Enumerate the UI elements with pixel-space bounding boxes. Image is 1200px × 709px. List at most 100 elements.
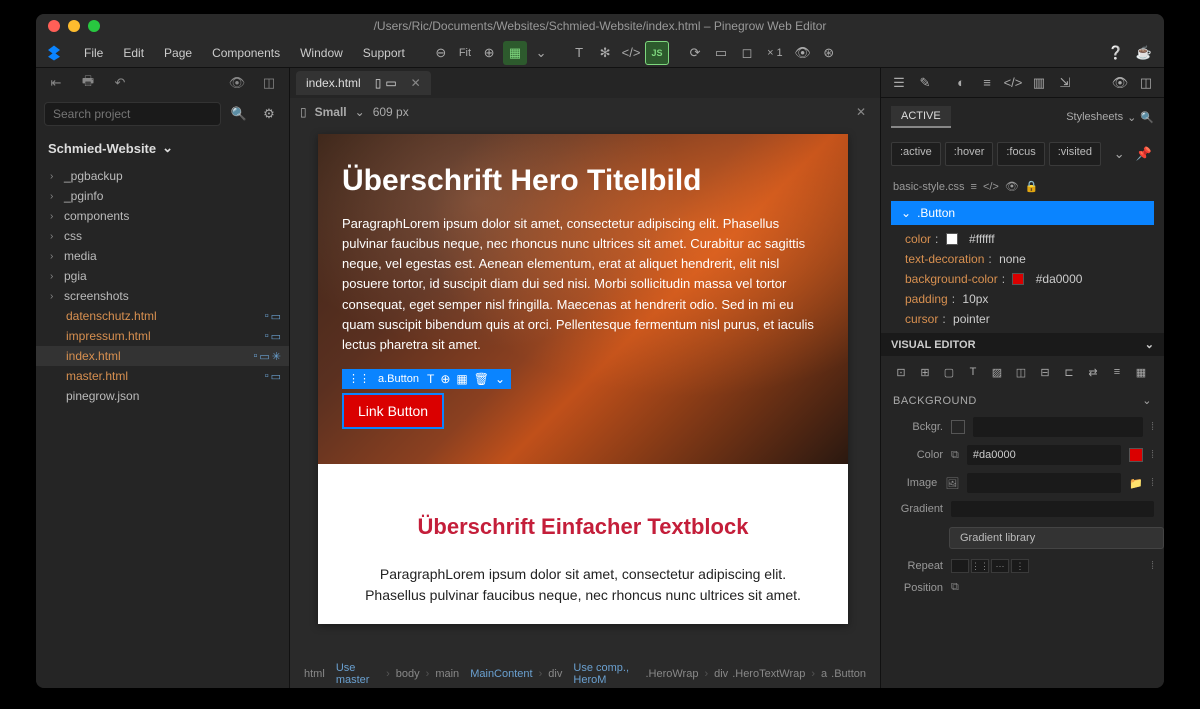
- search-icon[interactable]: 🔍: [227, 102, 251, 126]
- css-prop[interactable]: padding: 10px: [891, 289, 1154, 309]
- swatch-icon[interactable]: [951, 420, 965, 434]
- code-icon[interactable]: </>: [1001, 71, 1025, 95]
- help-icon[interactable]: ❔: [1104, 41, 1128, 65]
- eye-icon[interactable]: 👁: [1108, 71, 1132, 95]
- background-icon[interactable]: ▨: [987, 362, 1007, 382]
- layout-grid-icon[interactable]: ▦: [503, 41, 527, 65]
- css-prop[interactable]: text-decoration: none: [891, 249, 1154, 269]
- repeat-none[interactable]: [951, 559, 969, 573]
- media-icon[interactable]: ≡: [975, 71, 999, 95]
- menu-edit[interactable]: Edit: [115, 42, 152, 64]
- project-search-input[interactable]: [44, 102, 221, 126]
- active-tab[interactable]: ACTIVE: [891, 106, 951, 128]
- zoom-in-icon[interactable]: ⊕: [477, 41, 501, 65]
- stylesheets-dropdown[interactable]: Stylesheets ⌄ 🔍: [1066, 111, 1154, 124]
- tree-folder[interactable]: ›_pginfo: [36, 186, 289, 206]
- device-mobile-icon[interactable]: ▯: [300, 105, 307, 119]
- chain-icon[interactable]: ⧉: [951, 581, 959, 594]
- breadcrumb-item[interactable]: main MainContent: [435, 668, 532, 680]
- app-logo-icon[interactable]: [44, 43, 64, 63]
- menu-icon[interactable]: ≡: [971, 181, 977, 193]
- gradient-preview[interactable]: [951, 501, 1154, 517]
- size-icon[interactable]: ◫: [1011, 362, 1031, 382]
- maximize-window-button[interactable]: [88, 20, 100, 32]
- menu-components[interactable]: Components: [204, 42, 288, 64]
- grid-icon[interactable]: ▦: [456, 372, 467, 386]
- more-icon[interactable]: ⁞: [1151, 560, 1154, 572]
- textblock-title[interactable]: Überschrift Einfacher Textblock: [348, 514, 818, 540]
- window-icon[interactable]: ◻: [735, 41, 759, 65]
- tree-folder[interactable]: ›pgia: [36, 266, 289, 286]
- refresh-icon[interactable]: ⟳: [683, 41, 707, 65]
- position-icon[interactable]: ⊏: [1059, 362, 1079, 382]
- pin-icon[interactable]: 📌: [1133, 142, 1154, 166]
- tree-file-active[interactable]: index.html▫▭✳: [36, 346, 289, 366]
- save-icon[interactable]: 🖶: [76, 71, 100, 95]
- textblock-paragraph[interactable]: ParagraphLorem ipsum dolor sit amet, con…: [348, 564, 818, 606]
- desktop-icon[interactable]: ▭: [385, 76, 396, 90]
- close-tab-icon[interactable]: ✕: [411, 76, 421, 90]
- text-tool-icon[interactable]: T: [567, 41, 591, 65]
- state-active[interactable]: :active: [891, 142, 941, 166]
- state-hover[interactable]: :hover: [945, 142, 994, 166]
- drag-handle-icon[interactable]: ⋮⋮: [348, 372, 370, 385]
- undo-icon[interactable]: ↶: [108, 71, 132, 95]
- tree-folder[interactable]: ›components: [36, 206, 289, 226]
- state-visited[interactable]: :visited: [1049, 142, 1101, 166]
- mobile-icon[interactable]: ▯: [375, 76, 382, 90]
- bg-color-input[interactable]: [967, 445, 1121, 465]
- state-focus[interactable]: :focus: [997, 142, 1044, 166]
- menu-support[interactable]: Support: [355, 42, 413, 64]
- export-icon[interactable]: ⇲: [1053, 71, 1077, 95]
- transform-icon[interactable]: ⇄: [1083, 362, 1103, 382]
- list-icon[interactable]: ≡: [1107, 362, 1127, 382]
- hero-title[interactable]: Überschrift Hero Titelbild: [342, 164, 824, 198]
- breadcrumb-item[interactable]: div Use comp., HeroM.HeroWrap: [548, 662, 698, 686]
- collapse-panel-icon[interactable]: ⇤: [44, 71, 68, 95]
- more-icon[interactable]: ⁞: [1151, 477, 1154, 489]
- chevron-down-icon[interactable]: ⌄: [355, 105, 365, 119]
- flex-icon[interactable]: ⊟: [1035, 362, 1055, 382]
- selection-chip[interactable]: ⋮⋮ a.Button T ⊕ ▦ 🗑 ⌄: [342, 369, 511, 389]
- js-toggle-icon[interactable]: JS: [645, 41, 669, 65]
- code-icon[interactable]: </>: [619, 41, 643, 65]
- device-preview-icon[interactable]: ▭: [709, 41, 733, 65]
- panel-icon[interactable]: ◫: [1134, 71, 1158, 95]
- trash-icon[interactable]: 🗑: [474, 372, 489, 386]
- tree-folder[interactable]: ›screenshots: [36, 286, 289, 306]
- tree-folder[interactable]: ›media: [36, 246, 289, 266]
- css-prop[interactable]: cursor: pointer: [891, 309, 1154, 329]
- background-section-header[interactable]: BACKGROUND ⌄: [881, 388, 1164, 413]
- coffee-icon[interactable]: ☕: [1132, 41, 1156, 65]
- panel-icon[interactable]: ◫: [257, 71, 281, 95]
- tree-file[interactable]: master.html▫▭: [36, 366, 289, 386]
- hero-paragraph[interactable]: ParagraphLorem ipsum dolor sit amet, con…: [342, 214, 824, 355]
- tree-file[interactable]: datenschutz.html▫▭: [36, 306, 289, 326]
- text-icon[interactable]: T: [963, 362, 983, 382]
- brush-icon[interactable]: ✎: [913, 71, 937, 95]
- more-icon[interactable]: ⁞: [1151, 449, 1154, 461]
- editor-tab[interactable]: index.html ▯ ▭ ✕: [296, 71, 431, 95]
- repeat-xy[interactable]: ⋮⋮: [971, 559, 989, 573]
- menu-window[interactable]: Window: [292, 42, 351, 64]
- color-swatch-icon[interactable]: [1129, 448, 1143, 462]
- target-icon[interactable]: ⊛: [817, 41, 841, 65]
- menu-file[interactable]: File: [76, 42, 111, 64]
- breadcrumb-item[interactable]: a.Button: [821, 668, 866, 680]
- target-icon[interactable]: ⊕: [440, 372, 450, 386]
- breadcrumb-item[interactable]: html Use master: [304, 662, 380, 686]
- gradient-library-button[interactable]: Gradient library: [949, 527, 1164, 549]
- project-header[interactable]: Schmied-Website ⌄: [36, 130, 289, 166]
- repeat-x[interactable]: ⋯: [991, 559, 1009, 573]
- tree-file[interactable]: impressum.html▫▭: [36, 326, 289, 346]
- text-edit-icon[interactable]: T: [427, 372, 434, 386]
- more-icon[interactable]: ⁞: [1151, 421, 1154, 433]
- folder-icon[interactable]: 📁: [1129, 477, 1143, 490]
- chevron-down-icon[interactable]: ⌄: [495, 372, 505, 386]
- sliders-icon[interactable]: ☰: [887, 71, 911, 95]
- bg-image-input[interactable]: [967, 473, 1121, 493]
- close-window-button[interactable]: [48, 20, 60, 32]
- visual-editor-header[interactable]: VISUAL EDITOR ⌄: [881, 333, 1164, 356]
- chevron-down-icon[interactable]: ⌄: [1109, 142, 1130, 166]
- eye-icon[interactable]: 👁: [225, 71, 249, 95]
